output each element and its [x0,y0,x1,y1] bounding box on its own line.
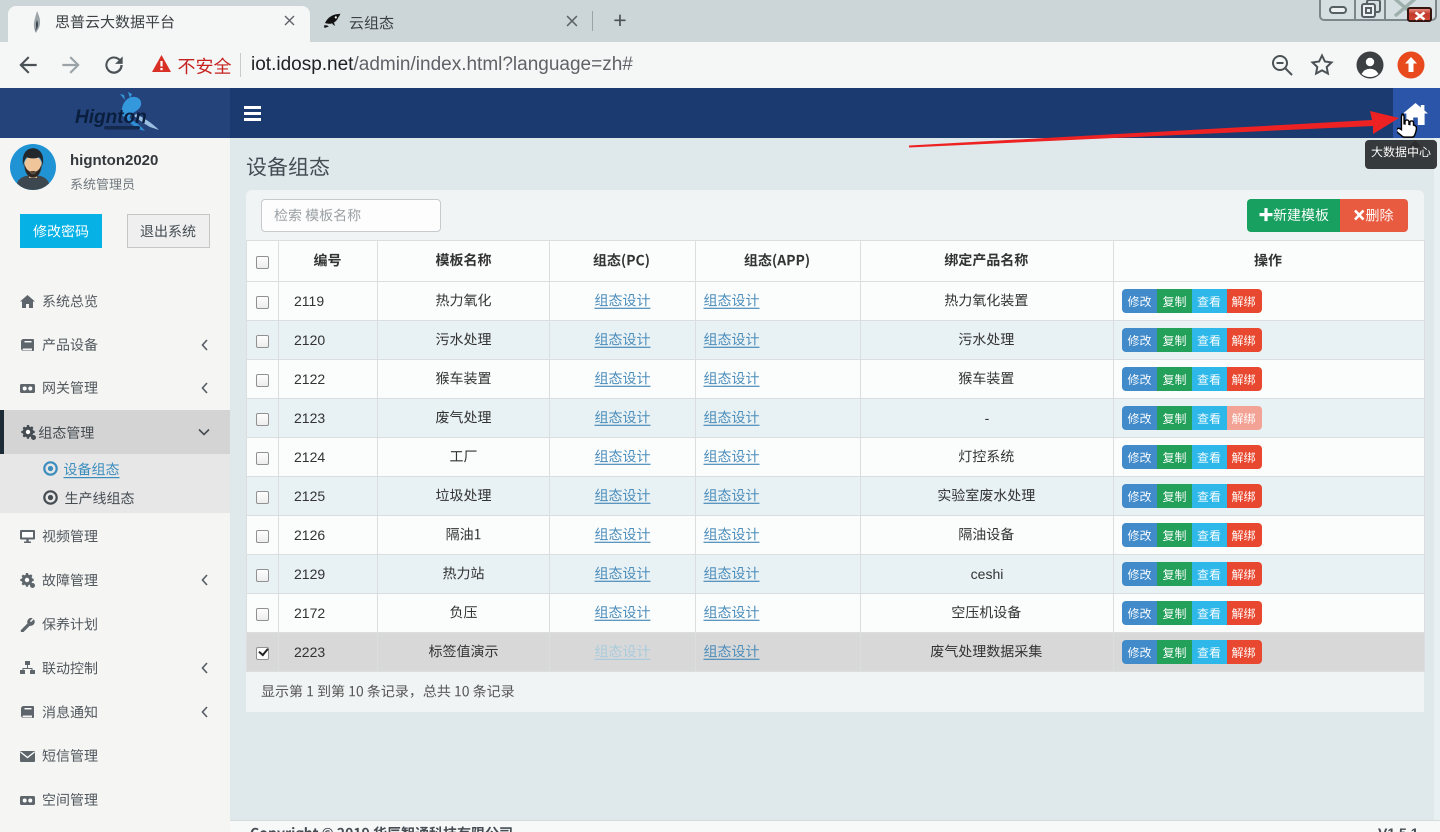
svg-text:Hignton: Hignton [75,107,147,128]
